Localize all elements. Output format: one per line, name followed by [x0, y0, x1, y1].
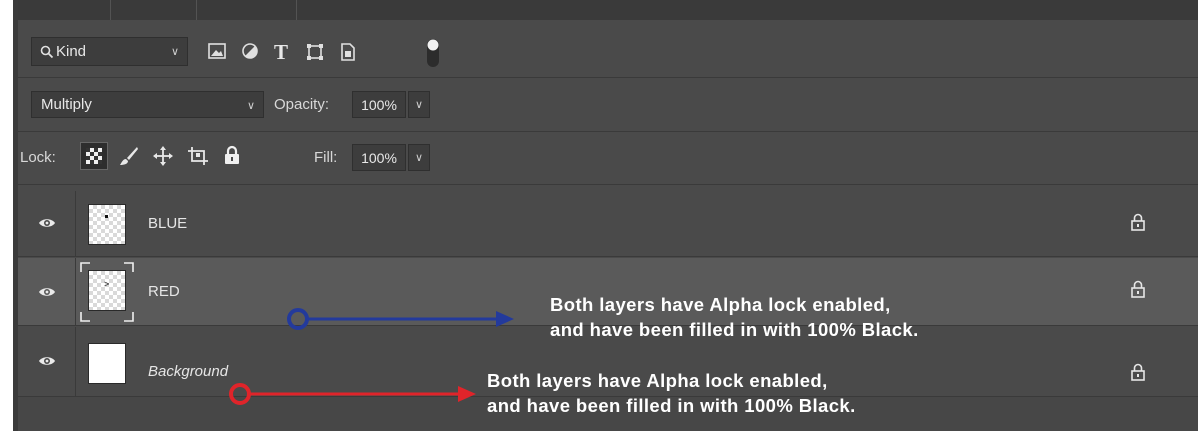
annotation-line: and have been filled in with 100% Black.	[487, 395, 856, 416]
annotation-blue: Both layers have Alpha lock enabled, and…	[550, 292, 919, 342]
annotation-red: Both layers have Alpha lock enabled, and…	[487, 368, 856, 418]
annotation-line: Both layers have Alpha lock enabled,	[487, 370, 828, 391]
annotation-line: and have been filled in with 100% Black.	[550, 319, 919, 340]
annotation-line: Both layers have Alpha lock enabled,	[550, 294, 891, 315]
red-arrow	[229, 383, 476, 405]
blue-arrow	[287, 308, 514, 330]
annotation-arrows	[229, 308, 514, 405]
